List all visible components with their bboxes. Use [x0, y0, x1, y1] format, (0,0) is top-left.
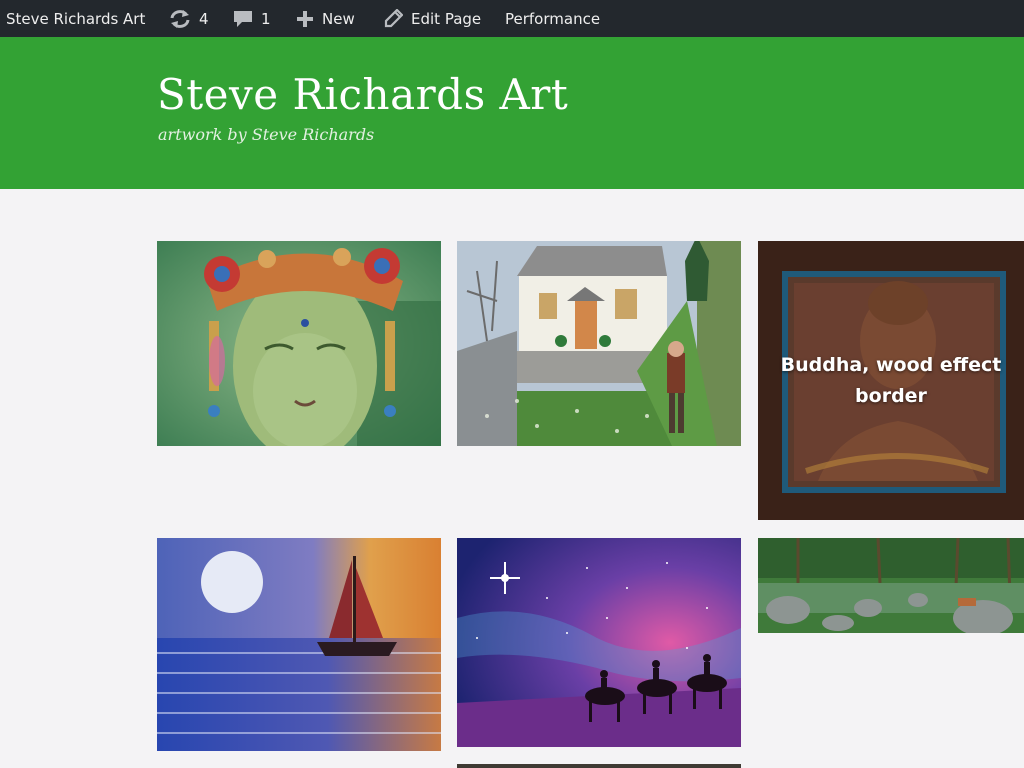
site-description: artwork by Steve Richards: [158, 125, 375, 144]
gallery-item-sailboat[interactable]: [157, 538, 441, 751]
edit-page-label: Edit Page: [411, 9, 482, 28]
admin-bar-site-name[interactable]: Steve Richards Art: [6, 0, 145, 37]
gallery-item-next[interactable]: [457, 764, 741, 768]
admin-bar: Steve Richards Art 4 1 New Edit Page Per…: [0, 0, 1024, 37]
gallery-item-buddha[interactable]: Buddha, wood effect border: [758, 241, 1024, 520]
edit-page-button[interactable]: Edit Page: [384, 0, 481, 37]
wise-men-image: [457, 538, 741, 747]
comments-button[interactable]: 1: [233, 0, 271, 37]
gallery-item-green-tara[interactable]: [157, 241, 441, 446]
refresh-icon: [170, 9, 190, 28]
green-tara-image: [157, 241, 441, 446]
updates-count: 4: [199, 9, 209, 28]
comment-icon: [234, 10, 252, 27]
updates-button[interactable]: 4: [169, 0, 209, 37]
sailboat-image: [157, 538, 441, 751]
gallery-next-image: [457, 764, 741, 768]
site-title[interactable]: Steve Richards Art: [157, 70, 568, 119]
site-header: Steve Richards Art artwork by Steve Rich…: [0, 37, 1024, 189]
new-button[interactable]: New: [296, 0, 355, 37]
forest-river-image: [758, 538, 1024, 633]
gallery-item-cottage[interactable]: [457, 241, 741, 446]
gallery-item-forest-river[interactable]: [758, 538, 1024, 633]
buddha-caption: Buddha, wood effect border: [780, 353, 1002, 407]
cottage-image: [457, 241, 741, 446]
performance-button[interactable]: Performance: [505, 0, 600, 37]
gallery-item-wise-men[interactable]: [457, 538, 741, 747]
comments-count: 1: [261, 9, 271, 28]
site-name-label: Steve Richards Art: [6, 9, 146, 28]
performance-label: Performance: [505, 9, 601, 28]
plus-icon: [297, 10, 313, 27]
new-label: New: [322, 9, 355, 28]
pencil-icon: [384, 9, 403, 28]
